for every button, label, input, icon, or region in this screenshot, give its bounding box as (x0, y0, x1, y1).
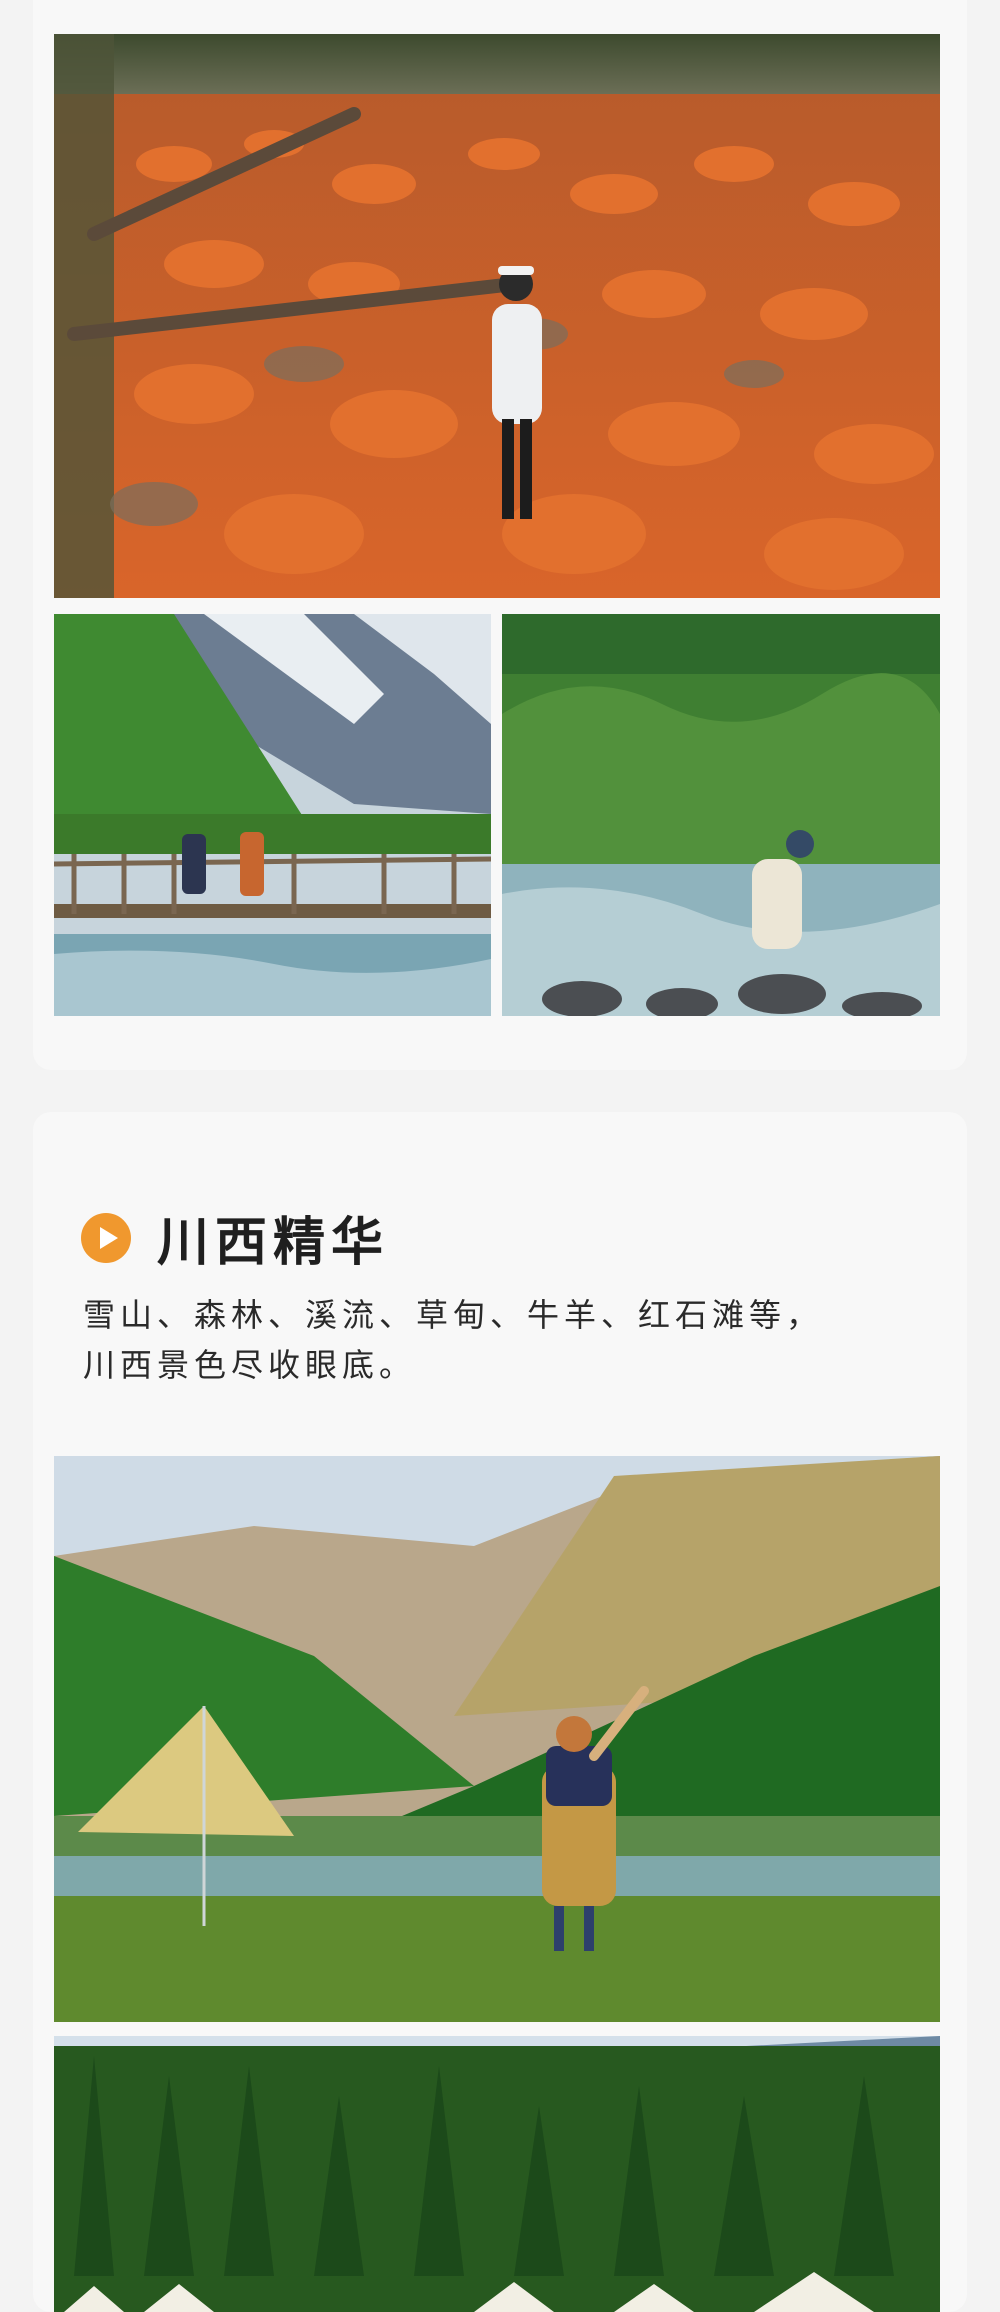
section-title: 川西精华 (157, 1213, 390, 1273)
section-description-line: 雪山、森林、溪流、草甸、牛羊、红石滩等， (83, 1296, 824, 1334)
wooden-bridge-photo[interactable] (54, 614, 491, 1016)
forest-camp-photo[interactable] (54, 2036, 940, 2312)
play-circle-icon (81, 1212, 131, 1263)
gallery-card (33, 0, 967, 1070)
meadow-tent-photo[interactable] (54, 1456, 940, 2022)
section-description: 雪山、森林、溪流、草甸、牛羊、红石滩等， 川西景色尽收眼底。 (83, 1290, 923, 1390)
section-card: 川西精华 雪山、森林、溪流、草甸、牛羊、红石滩等， 川西景色尽收眼底。 (33, 1112, 967, 2312)
river-bank-photo[interactable] (502, 614, 940, 1016)
section-description-line: 川西景色尽收眼底。 (83, 1346, 417, 1384)
red-stone-beach-photo[interactable] (54, 34, 940, 598)
section-header: 川西精华 (81, 1200, 389, 1275)
